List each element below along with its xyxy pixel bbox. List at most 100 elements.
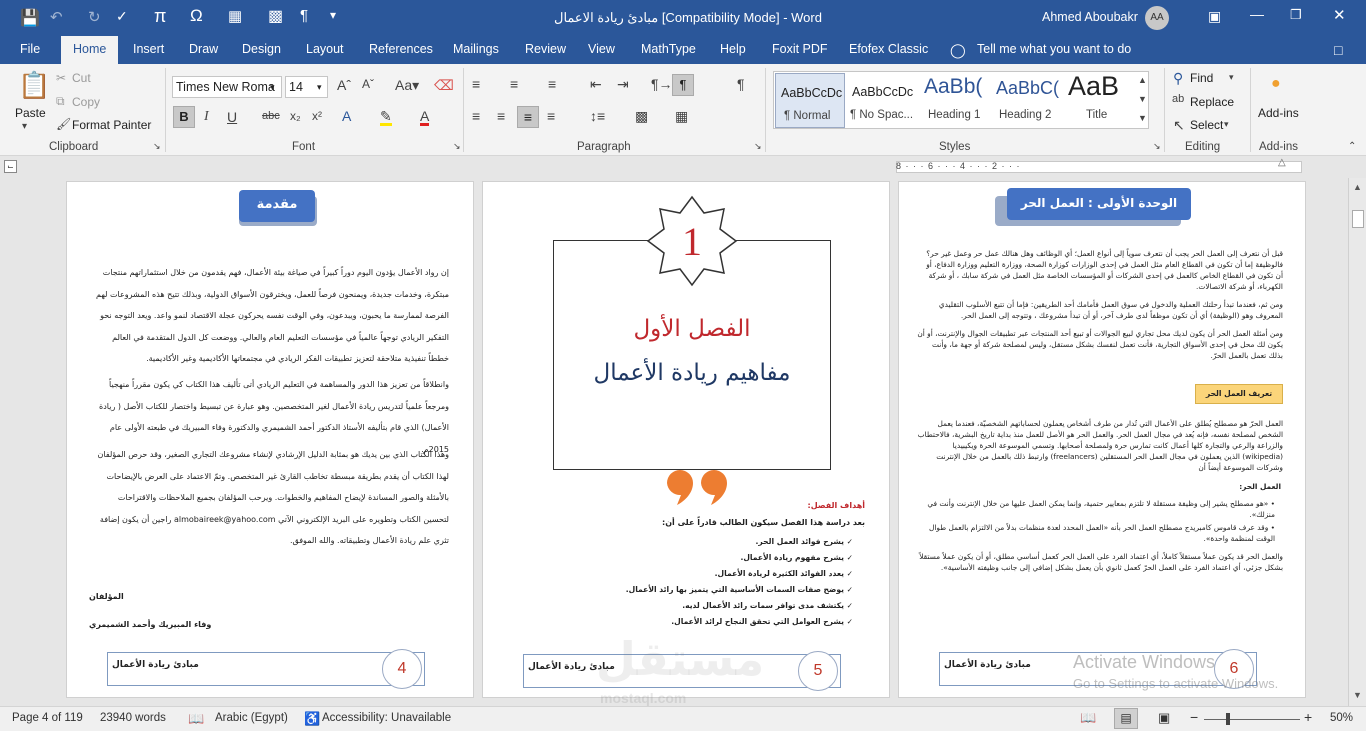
spelling-icon[interactable]: ✓: [116, 8, 128, 25]
format-painter-icon[interactable]: 🖌: [56, 118, 71, 130]
tab-foxit-pdf[interactable]: Foxit PDF: [772, 42, 828, 56]
tab-mailings[interactable]: Mailings: [453, 42, 499, 56]
zoom-slider[interactable]: [1204, 719, 1300, 720]
style-title[interactable]: AaB Title: [1066, 71, 1132, 128]
show-formatting-icon[interactable]: ¶: [737, 77, 745, 91]
borders-icon[interactable]: ▦: [675, 109, 688, 123]
chevron-down-icon[interactable]: ▾: [1224, 120, 1229, 129]
indent-marker-icon[interactable]: △: [1278, 157, 1286, 168]
web-layout-icon[interactable]: ▣: [1158, 710, 1170, 726]
scroll-thumb[interactable]: [1352, 210, 1364, 228]
omega-symbol-icon[interactable]: Ω: [190, 6, 203, 26]
style-no-spacing[interactable]: AaBbCcDc ¶ No Spac...: [847, 73, 919, 128]
avatar[interactable]: AA: [1145, 6, 1169, 30]
tab-efofex-classic[interactable]: Efofex Classic: [849, 42, 928, 56]
customize-toolbar-icon[interactable]: ▾: [330, 8, 336, 22]
clear-formatting-icon[interactable]: ⌫: [434, 78, 454, 92]
zoom-slider-thumb[interactable]: [1226, 713, 1230, 725]
chart-icon[interactable]: ▩: [268, 6, 283, 26]
zoom-in-icon[interactable]: +: [1304, 709, 1312, 725]
font-launcher-icon[interactable]: ↘: [453, 142, 461, 151]
undo-icon[interactable]: ↶: [50, 8, 63, 26]
user-name[interactable]: Ahmed Aboubakr: [1042, 10, 1138, 24]
grow-font-icon[interactable]: Aˆ: [337, 78, 351, 92]
chevron-down-icon[interactable]: ▾: [317, 82, 322, 93]
clipboard-launcher-icon[interactable]: ↘: [153, 142, 161, 151]
vertical-scrollbar[interactable]: ▲ ▼: [1348, 178, 1366, 706]
redo-icon[interactable]: ↻: [88, 8, 101, 26]
collapse-ribbon-icon[interactable]: ⌃: [1348, 142, 1356, 152]
find-icon[interactable]: ⚲: [1173, 71, 1183, 85]
zoom-out-icon[interactable]: −: [1190, 709, 1198, 725]
tab-file[interactable]: File: [20, 42, 40, 56]
paste-dropdown-icon[interactable]: ▾: [22, 122, 27, 132]
increase-indent-icon[interactable]: ⇥: [617, 77, 629, 91]
horizontal-ruler[interactable]: 8 · · · 6 · · · 4 · · · 2 · · ·: [896, 161, 1302, 173]
add-ins-icon[interactable]: ●: [1271, 76, 1281, 92]
cut-button[interactable]: Cut: [72, 71, 91, 85]
styles-scroll-up-icon[interactable]: ▲: [1138, 76, 1147, 85]
add-ins-button[interactable]: Add-ins: [1258, 106, 1299, 120]
subscript-icon[interactable]: x₂: [290, 110, 301, 122]
styles-launcher-icon[interactable]: ↘: [1153, 142, 1161, 151]
pi-equation-icon[interactable]: π: [154, 6, 166, 27]
strikethrough-icon[interactable]: abc: [262, 111, 280, 122]
highlight-icon[interactable]: ✎: [380, 109, 392, 126]
style-heading-2[interactable]: AaBbC( Heading 2: [996, 73, 1068, 128]
tab-selector-icon[interactable]: ⌙: [4, 160, 17, 173]
superscript-icon[interactable]: x²: [312, 110, 322, 122]
accessibility-status[interactable]: Accessibility: Unavailable: [322, 712, 451, 724]
zoom-level[interactable]: 50%: [1330, 712, 1353, 724]
italic-icon[interactable]: I: [204, 110, 209, 124]
numbering-icon[interactable]: ≡: [510, 77, 518, 91]
chevron-down-icon[interactable]: ▾: [1229, 73, 1234, 82]
proofing-icon[interactable]: 📖: [188, 711, 204, 727]
change-case-icon[interactable]: Aa▾: [395, 78, 419, 92]
save-icon[interactable]: 💾: [20, 8, 40, 28]
tell-me-search[interactable]: Tell me what you want to do: [977, 42, 1131, 56]
cut-icon[interactable]: ✂: [56, 72, 66, 84]
tab-view[interactable]: View: [588, 42, 615, 56]
paragraph-mark-icon[interactable]: ¶: [300, 7, 308, 24]
tab-help[interactable]: Help: [720, 42, 746, 56]
tab-insert[interactable]: Insert: [133, 42, 164, 56]
format-painter-button[interactable]: Format Painter: [72, 118, 151, 132]
tab-references[interactable]: References: [369, 42, 433, 56]
font-size-box[interactable]: 14 ▾: [285, 76, 328, 98]
language-status[interactable]: Arabic (Egypt): [215, 712, 288, 724]
table-icon[interactable]: ▦: [228, 7, 242, 25]
accessibility-icon[interactable]: ♿: [304, 711, 320, 727]
ribbon-display-icon[interactable]: ▣: [1208, 8, 1221, 25]
read-mode-icon[interactable]: 📖: [1080, 710, 1096, 726]
minimize-icon[interactable]: —: [1250, 6, 1264, 22]
paste-icon[interactable]: 📋: [18, 72, 50, 98]
text-effects-icon[interactable]: A: [342, 109, 351, 123]
ltr-paragraph-icon[interactable]: ¶→: [651, 77, 673, 91]
align-left-icon[interactable]: ≡: [472, 109, 480, 123]
select-button[interactable]: Select: [1190, 118, 1223, 132]
share-icon[interactable]: □: [1334, 42, 1342, 58]
paragraph-launcher-icon[interactable]: ↘: [754, 142, 762, 151]
align-right-icon[interactable]: ≡: [517, 106, 539, 128]
rtl-paragraph-icon[interactable]: ¶: [672, 74, 694, 96]
tab-home[interactable]: Home: [61, 36, 119, 64]
copy-button[interactable]: Copy: [72, 95, 100, 109]
scroll-down-icon[interactable]: ▼: [1353, 690, 1362, 700]
paste-button[interactable]: Paste: [15, 106, 46, 120]
align-center-icon[interactable]: ≡: [497, 109, 505, 123]
multilevel-list-icon[interactable]: ≡: [548, 77, 556, 91]
styles-scroll-down-icon[interactable]: ▼: [1138, 95, 1147, 104]
styles-more-icon[interactable]: ▼: [1138, 114, 1147, 123]
style-heading-1[interactable]: AaBb( Heading 1: [922, 73, 994, 128]
justify-icon[interactable]: ≡: [547, 109, 555, 123]
style-normal[interactable]: AaBbCcDc ¶ Normal: [775, 73, 845, 128]
bold-icon[interactable]: B: [173, 106, 195, 128]
decrease-indent-icon[interactable]: ⇤: [590, 77, 602, 91]
shading-icon[interactable]: ▩: [635, 109, 648, 123]
print-layout-icon[interactable]: ▤: [1114, 708, 1138, 729]
word-count-status[interactable]: 23940 words: [100, 712, 166, 724]
page-count-status[interactable]: Page 4 of 119: [12, 712, 83, 724]
close-icon[interactable]: ✕: [1333, 6, 1346, 24]
tab-design[interactable]: Design: [242, 42, 281, 56]
chevron-down-icon[interactable]: ▾: [270, 82, 275, 93]
